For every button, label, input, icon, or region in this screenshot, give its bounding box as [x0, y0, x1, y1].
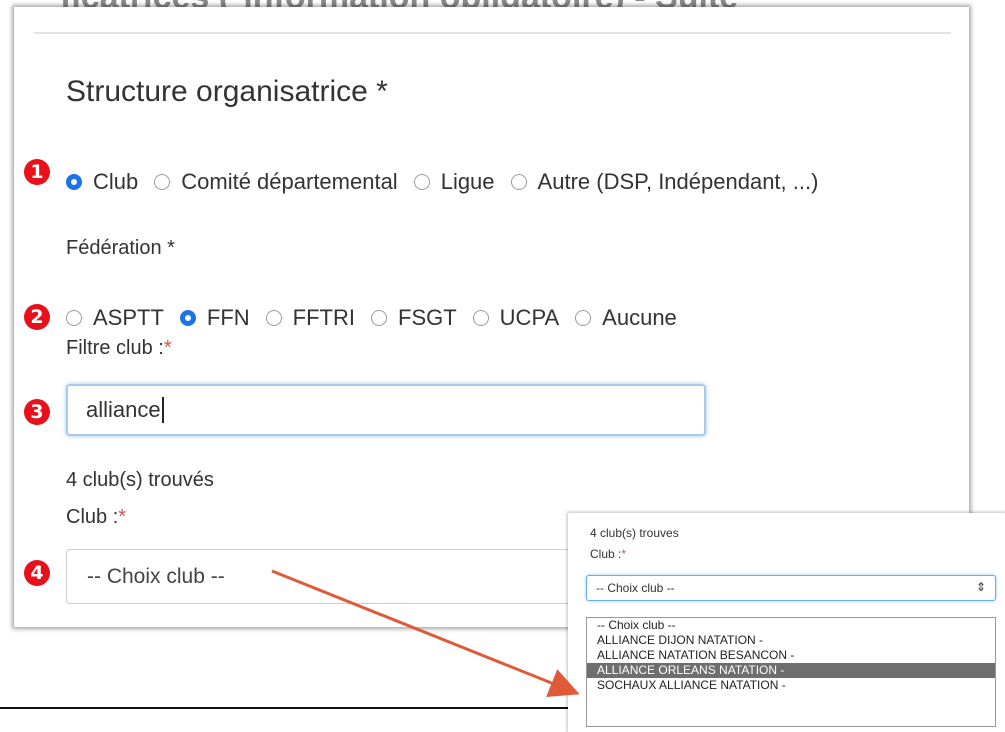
clubs-found-count: 4 club(s) trouvés — [66, 469, 214, 491]
section-title: Structure organisatrice * — [66, 75, 388, 108]
radio-label: Aucune — [602, 305, 677, 330]
radio-label: UCPA — [499, 305, 560, 330]
inset-select-value: -- Choix club -- — [596, 581, 675, 595]
radio-federation-fftri[interactable]: FFTRI — [265, 305, 355, 331]
radio-label: Comité départemental — [181, 169, 398, 194]
list-item[interactable]: ALLIANCE NATATION BESANCON - — [587, 648, 995, 663]
step-marker-2: 2 — [24, 304, 50, 330]
inset-clubs-found-count: 4 club(s) trouves — [590, 526, 679, 540]
inset-club-label: Club :* — [590, 547, 626, 561]
select-arrows-icon: ⇕ — [975, 580, 986, 594]
list-item[interactable]: ALLIANCE DIJON NATATION - — [587, 633, 995, 648]
radio-federation-aucune[interactable]: Aucune — [575, 305, 677, 331]
radio-icon[interactable] — [575, 310, 592, 326]
radio-federation-fsgt[interactable]: FSGT — [371, 305, 457, 331]
inset-club-label-text: Club : — [590, 547, 622, 561]
filter-club-input[interactable]: alliance — [66, 384, 706, 436]
structure-radio-group: Club Comité départemental Ligue Autre (D… — [66, 169, 834, 195]
step-marker-4: 4 — [24, 560, 50, 586]
inset-club-select[interactable]: -- Choix club -- ⇕ — [586, 575, 996, 601]
club-label-text: Club : — [66, 506, 119, 528]
list-item-highlighted[interactable]: ALLIANCE ORLEANS NATATION - — [587, 663, 995, 678]
radio-icon[interactable] — [179, 310, 196, 326]
radio-icon[interactable] — [472, 310, 489, 326]
radio-label: Autre (DSP, Indépendant, ...) — [537, 169, 819, 194]
radio-label: FSGT — [398, 305, 457, 330]
dropdown-inset: 4 club(s) trouves Club :* -- Choix club … — [568, 513, 1005, 732]
club-label: Club :* — [66, 506, 126, 529]
radio-icon[interactable] — [510, 174, 527, 190]
text-caret — [161, 397, 164, 423]
card-divider — [34, 32, 951, 34]
radio-icon[interactable] — [154, 174, 171, 190]
radio-structure-club[interactable]: Club — [66, 169, 138, 195]
required-asterisk: * — [118, 506, 127, 528]
radio-federation-ucpa[interactable]: UCPA — [472, 305, 560, 331]
radio-icon[interactable] — [66, 174, 82, 190]
list-item[interactable]: SOCHAUX ALLIANCE NATATION - — [587, 678, 995, 693]
filter-club-value: alliance — [86, 397, 161, 422]
radio-structure-comite[interactable]: Comité départemental — [154, 169, 398, 195]
radio-label: Club — [93, 169, 139, 194]
radio-label: FFN — [206, 305, 250, 330]
step-marker-3: 3 — [24, 399, 50, 425]
radio-structure-ligue[interactable]: Ligue — [413, 169, 495, 195]
radio-label: FFTRI — [292, 305, 355, 330]
federation-radio-group: ASPTT FFN FFTRI FSGT UCPA Aucune — [66, 305, 693, 331]
required-asterisk: * — [621, 547, 627, 561]
radio-icon[interactable] — [371, 310, 387, 326]
required-asterisk: * — [163, 337, 172, 359]
inset-options-list: -- Choix club -- ALLIANCE DIJON NATATION… — [586, 617, 996, 727]
list-item[interactable]: -- Choix club -- — [587, 618, 995, 633]
federation-label: Fédération * — [66, 237, 175, 259]
radio-icon[interactable] — [265, 310, 282, 326]
radio-federation-asptt[interactable]: ASPTT — [66, 305, 164, 331]
radio-label: ASPTT — [93, 305, 164, 330]
radio-icon[interactable] — [66, 310, 82, 326]
bottom-rule — [0, 707, 570, 709]
radio-structure-autre[interactable]: Autre (DSP, Indépendant, ...) — [510, 169, 819, 195]
club-select-value: -- Choix club -- — [87, 564, 225, 588]
radio-icon[interactable] — [413, 174, 430, 190]
step-marker-1: 1 — [24, 159, 50, 185]
radio-label: Ligue — [440, 169, 495, 194]
radio-federation-ffn[interactable]: FFN — [179, 305, 250, 331]
filter-club-label: Filtre club :* — [66, 337, 172, 360]
filter-club-label-text: Filtre club : — [66, 337, 164, 359]
